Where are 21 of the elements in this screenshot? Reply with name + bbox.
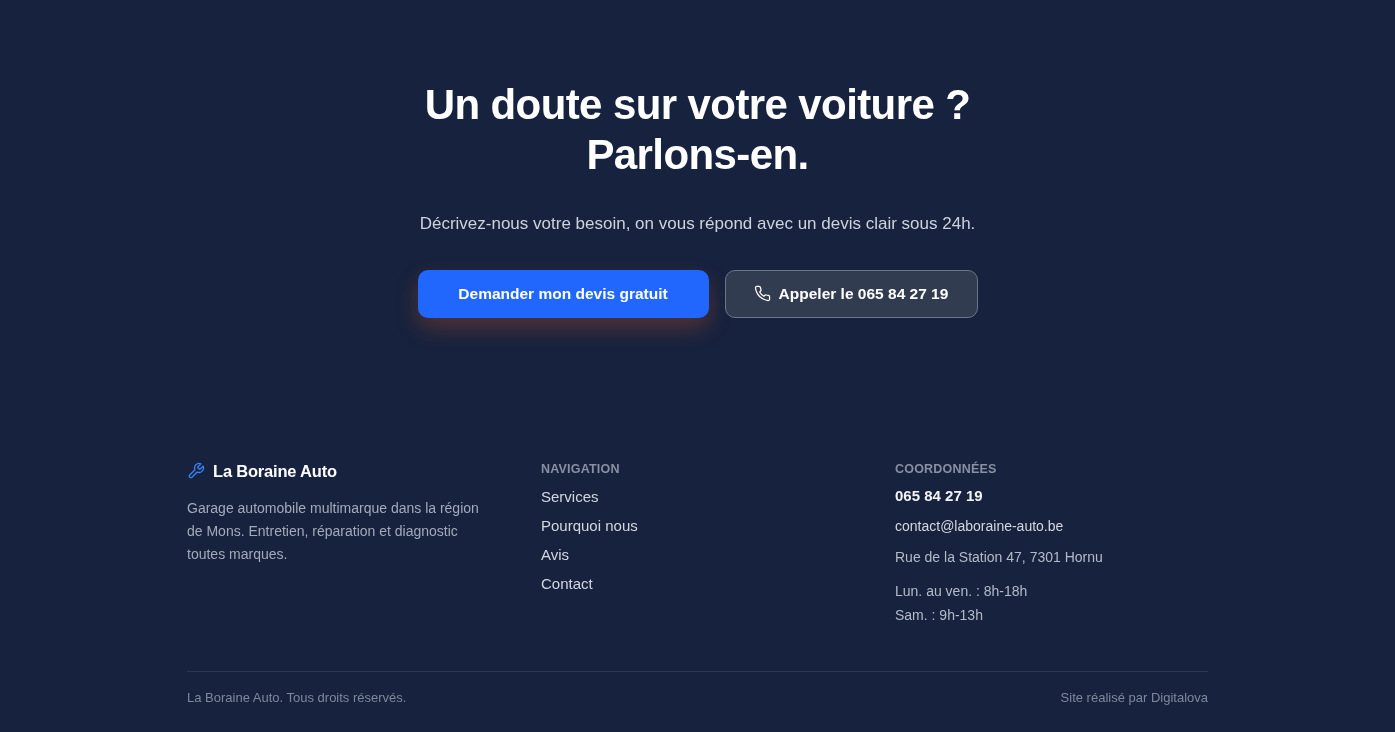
brand-name: La Boraine Auto — [213, 460, 337, 482]
nav-link[interactable]: Avis — [541, 545, 570, 566]
address-text: Rue de la Station 47, 7301 Hornu — [895, 547, 1103, 567]
section-heading: NAVIGATION — [541, 460, 620, 478]
quote-request-button[interactable]: Demander mon devis gratuit — [417, 269, 709, 318]
copyright-text: La Boraine Auto. Tous droits réservés. — [187, 688, 407, 707]
opening-hours: Lun. au ven. : 8h-18h — [895, 581, 1028, 601]
opening-hours: Sam. : 9h-13h — [895, 605, 984, 625]
hero-heading: Un doute sur votre voiture ? Parlons-en. — [424, 80, 971, 180]
nav-link[interactable]: Services — [541, 487, 599, 508]
wrench-icon — [187, 461, 205, 480]
credit-text: Site réalisé par Digitalova — [1060, 688, 1208, 707]
email-link[interactable]: contact@laboraine-auto.be — [895, 515, 1064, 537]
section-heading: COORDONNÉES — [895, 460, 997, 478]
phone-link[interactable]: 065 84 27 19 — [895, 485, 983, 508]
brand-description: Garage automobile multimarque dans la région de Mons. Entretien, réparation et diagnostic toutes marques. — [187, 499, 480, 565]
hero-subtitle: Décrivez-nous votre besoin, on vous répond avec un devis clair sous 24h. — [419, 213, 976, 235]
phone-icon — [753, 285, 771, 302]
nav-link[interactable]: Pourquoi nous — [541, 516, 638, 537]
nav-link[interactable]: Contact — [541, 574, 593, 595]
call-button[interactable]: Appeler le 065 84 27 19 — [724, 269, 978, 318]
